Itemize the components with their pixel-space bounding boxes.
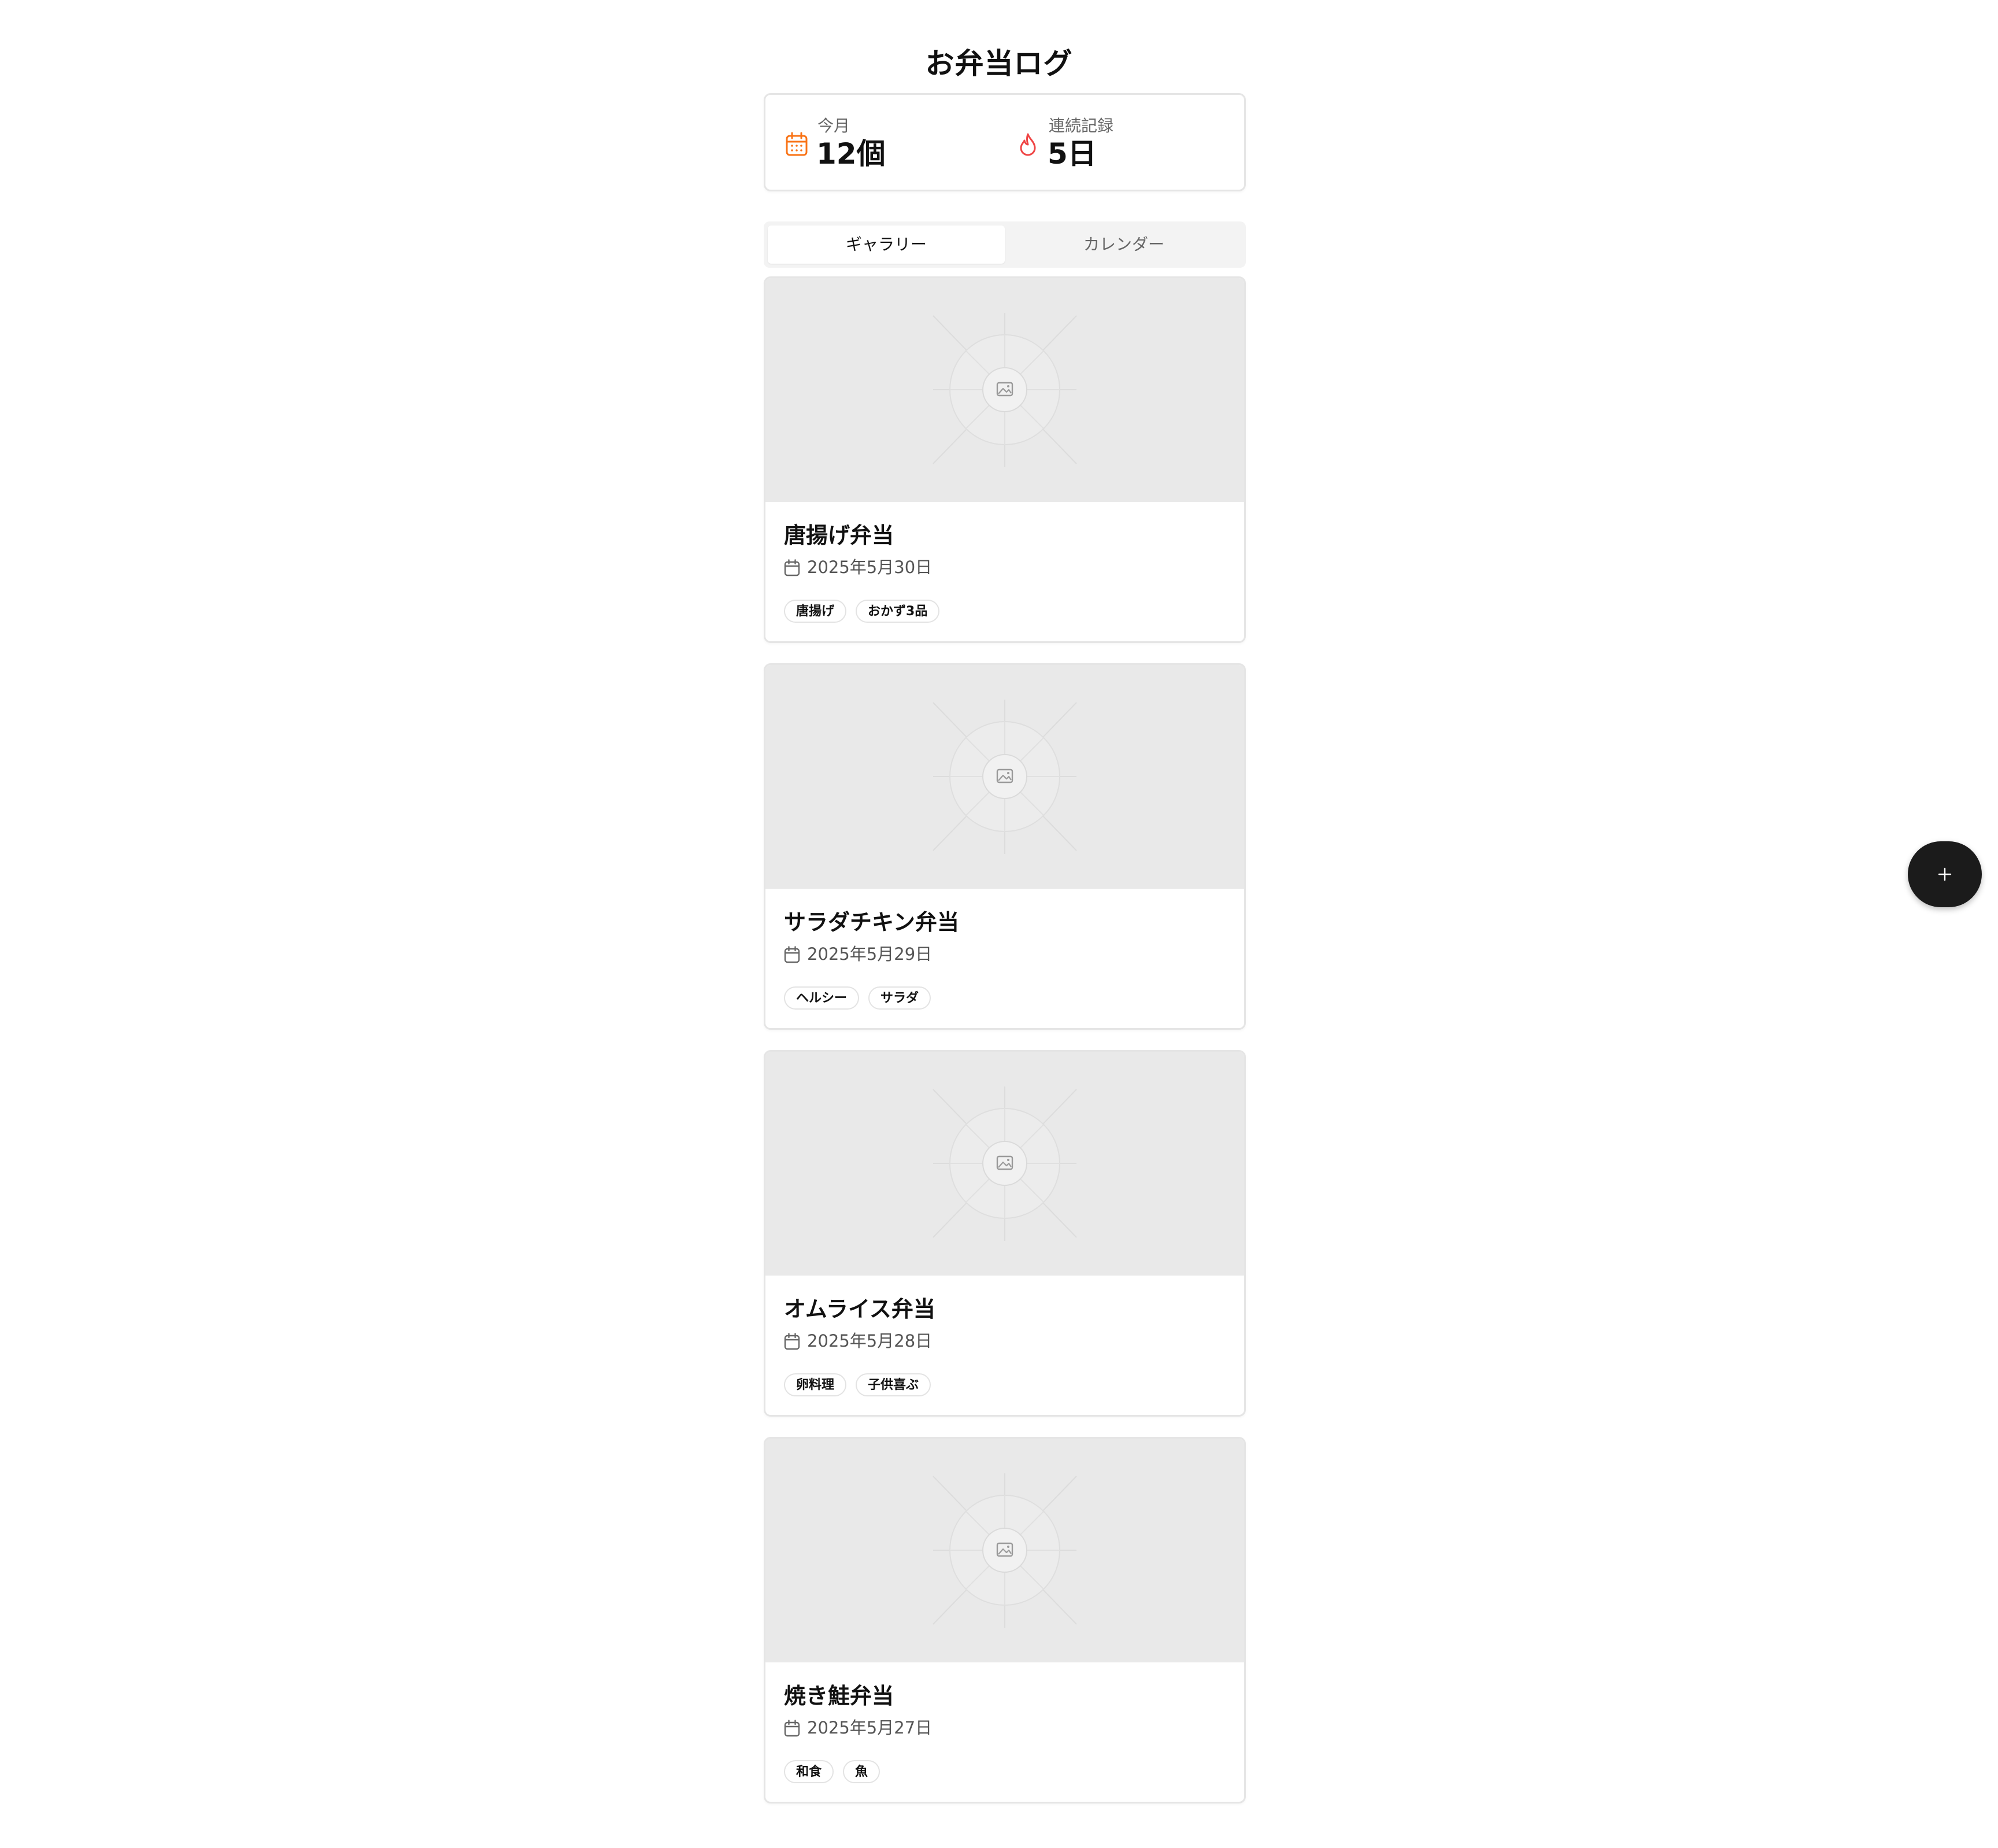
view-tabs: ギャラリー カレンダー: [764, 221, 1246, 268]
calendar-icon: [784, 1333, 800, 1350]
tab-calendar[interactable]: カレンダー: [1005, 226, 1242, 264]
entry-date: 2025年5月30日: [807, 557, 933, 577]
calendar-icon: [784, 559, 800, 576]
tag-list: 和食魚: [784, 1760, 880, 1783]
tag-chip: 和食: [784, 1760, 834, 1783]
stat-value: 5日: [1048, 137, 1097, 171]
entry-date: 2025年5月27日: [807, 1718, 933, 1738]
calendar-icon: [785, 132, 808, 157]
plus-icon: [1938, 867, 1952, 881]
calendar-icon: [784, 946, 800, 963]
tag-list: ヘルシー サラダ: [784, 986, 931, 1010]
bento-photo-placeholder: [765, 1439, 1244, 1662]
tag-chip: サラダ: [868, 986, 931, 1010]
bento-entry-card[interactable]: オムライス弁当 2025年5月28日卵料理 子供喜ぶ: [764, 1050, 1246, 1417]
tag-chip: 子供喜ぶ: [856, 1373, 931, 1396]
tag-chip: 卵料理: [784, 1373, 847, 1396]
entry-date: 2025年5月29日: [807, 944, 933, 964]
entry-title: サラダチキン弁当: [784, 910, 959, 935]
bento-entry-card[interactable]: サラダチキン弁当 2025年5月29日ヘルシー サラダ: [764, 663, 1246, 1030]
bento-photo-placeholder: [765, 665, 1244, 889]
stat-value: 12個: [816, 137, 886, 171]
add-entry-button[interactable]: [1908, 841, 1982, 907]
stats-card: 今月 12個 連続記録 5日: [764, 93, 1246, 191]
bento-photo-placeholder: [765, 278, 1244, 502]
entry-date: 2025年5月28日: [807, 1331, 933, 1351]
stat-label: 連続記録: [1049, 116, 1114, 135]
tag-chip: 唐揚げ: [784, 600, 847, 623]
flame-icon: [1016, 132, 1039, 157]
stat-label: 今月: [817, 116, 850, 135]
page-title: お弁当ログ: [925, 46, 1073, 80]
entry-title: 唐揚げ弁当: [784, 523, 894, 548]
tag-chip: おかず3品: [856, 600, 940, 623]
calendar-icon: [784, 1720, 800, 1737]
bento-entry-card[interactable]: 唐揚げ弁当 2025年5月30日唐揚げ おかず3品: [764, 276, 1246, 643]
tag-chip: 魚: [843, 1760, 880, 1783]
tag-list: 唐揚げ おかず3品: [784, 600, 940, 623]
tab-gallery[interactable]: ギャラリー: [768, 226, 1005, 264]
tag-chip: ヘルシー: [784, 986, 860, 1010]
tag-list: 卵料理 子供喜ぶ: [784, 1373, 931, 1396]
bento-entry-card[interactable]: 焼き鮭弁当 2025年5月27日和食魚: [764, 1437, 1246, 1803]
entry-title: 焼き鮭弁当: [784, 1683, 894, 1709]
bento-photo-placeholder: [765, 1052, 1244, 1276]
entry-title: オムライス弁当: [784, 1296, 935, 1322]
